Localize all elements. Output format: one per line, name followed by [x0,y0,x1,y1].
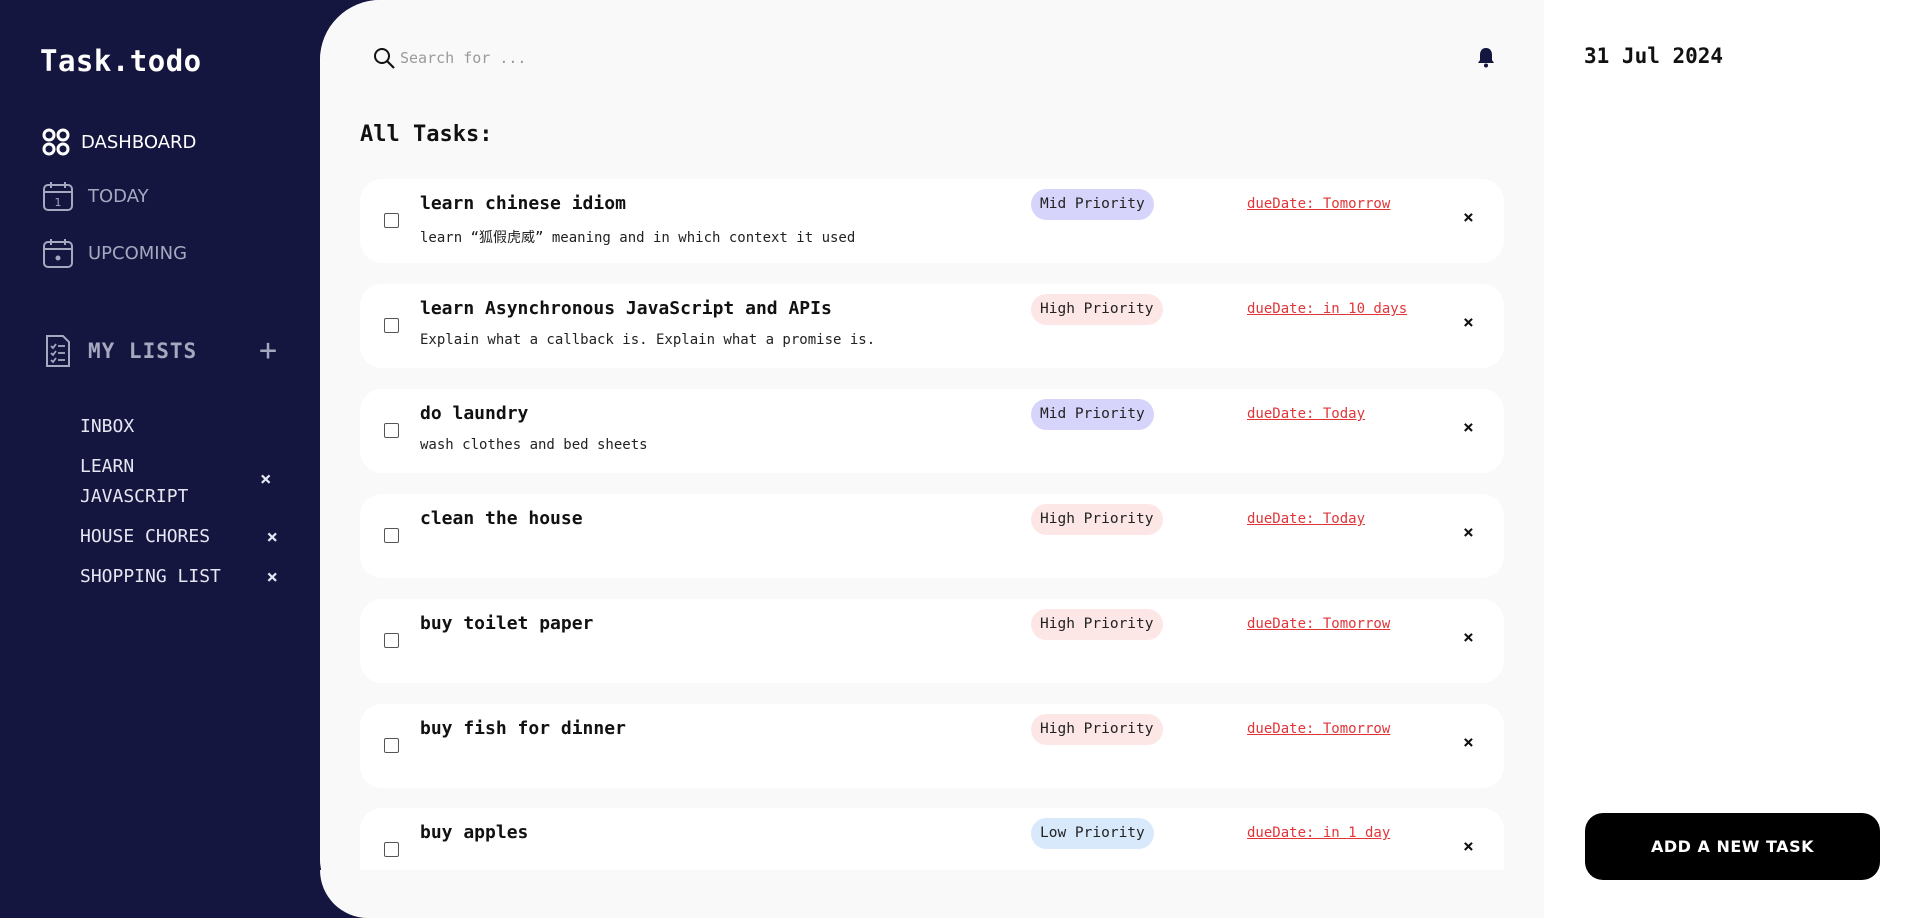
search-icon [372,46,396,70]
delete-task-icon[interactable]: × [1463,836,1474,857]
task-title: do laundry [420,403,529,424]
section-title: All Tasks: [360,122,493,147]
list-item-house-chores[interactable]: HOUSE CHORES × [80,522,278,552]
priority-badge: High Priority [1031,504,1163,535]
due-date-link[interactable]: dueDate: Tomorrow [1247,721,1390,737]
delete-task-icon[interactable]: × [1463,312,1474,333]
due-date-link[interactable]: dueDate: Tomorrow [1247,616,1390,632]
due-date-link[interactable]: dueDate: Tomorrow [1247,196,1390,212]
task-checkbox[interactable] [384,213,399,228]
my-lists-label: MY LISTS [88,339,198,363]
due-date-link[interactable]: dueDate: Today [1247,406,1365,422]
nav-label: TODAY [88,185,149,207]
list-item-inbox[interactable]: INBOX [80,412,278,442]
task-title: buy toilet paper [420,613,594,634]
app-logo: Task.todo [40,44,202,78]
task-title: buy fish for dinner [420,718,626,739]
nav-label: UPCOMING [88,242,188,264]
nav-item-upcoming[interactable]: UPCOMING [42,237,187,269]
task-title: clean the house [420,508,583,529]
delete-list-house-chores-icon[interactable]: × [267,522,278,552]
add-list-button[interactable]: + [259,333,278,369]
due-date-link[interactable]: dueDate: in 1 day [1247,825,1390,841]
checklist-icon [42,333,74,369]
task-checkbox[interactable] [384,318,399,333]
task-area-bottom [320,870,1544,918]
task-checkbox[interactable] [384,528,399,543]
task-checkbox[interactable] [384,423,399,438]
priority-badge: Mid Priority [1031,189,1154,220]
search-bar[interactable]: Search for ... [372,46,526,70]
list-item-label: HOUSE CHORES [80,526,211,547]
calendar-day-icon: 1 [42,180,74,212]
my-lists-header: MY LISTS + [42,333,278,369]
main-panel: Search for ... All Tasks: learn chinese … [320,0,1920,918]
add-task-button[interactable]: ADD A NEW TASK [1585,813,1880,880]
task-area: Search for ... All Tasks: learn chinese … [320,0,1544,918]
priority-badge: Mid Priority [1031,399,1154,430]
priority-badge: High Priority [1031,714,1163,745]
nav-item-today[interactable]: 1 TODAY [42,180,149,212]
task-row[interactable]: buy fish for dinner High Priority dueDate:… [360,704,1504,788]
delete-list-shopping-list-icon[interactable]: × [267,562,278,592]
task-title: learn Asynchronous JavaScript and APIs [420,298,832,319]
task-checkbox[interactable] [384,842,399,857]
task-row[interactable]: learn chinese idiom learn “狐假虎威” meaning … [360,179,1504,263]
list-item-label: INBOX [80,416,135,437]
task-description: Explain what a callback is. Explain what… [420,332,876,348]
current-date: 31 Jul 2024 [1584,44,1724,68]
due-date-link[interactable]: dueDate: in 10 days [1247,301,1407,317]
sidebar: Task.todo DASHBOARD 1 TODAY UPCOMING MY … [0,0,320,918]
task-title: buy apples [420,822,529,843]
bell-icon[interactable] [1476,46,1496,68]
list-item-learn-javascript[interactable]: LEARN JAVASCRIPT [80,452,230,512]
search-input[interactable]: Search for ... [400,49,526,67]
delete-task-icon[interactable]: × [1463,207,1474,228]
task-description: wash clothes and bed sheets [420,437,648,453]
delete-task-icon[interactable]: × [1463,522,1474,543]
task-row[interactable]: clean the house High Priority dueDate: Tod… [360,494,1504,578]
priority-badge: High Priority [1031,294,1163,325]
priority-badge: Low Priority [1031,818,1154,849]
list-item-shopping-list[interactable]: SHOPPING LIST × [80,562,278,592]
dashboard-icon [42,128,70,156]
nav-label: DASHBOARD [81,131,197,153]
priority-badge: High Priority [1031,609,1163,640]
task-checkbox[interactable] [384,738,399,753]
nav-item-dashboard[interactable]: DASHBOARD [42,128,196,156]
task-title: learn chinese idiom [420,193,626,214]
delete-task-icon[interactable]: × [1463,732,1474,753]
list-item-label: SHOPPING LIST [80,566,221,587]
due-date-link[interactable]: dueDate: Today [1247,511,1365,527]
list-item-label: LEARN JAVASCRIPT [80,456,189,507]
delete-task-icon[interactable]: × [1463,417,1474,438]
calendar-day-number: 1 [55,196,62,209]
task-row[interactable]: learn Asynchronous JavaScript and APIs Ex… [360,284,1504,368]
delete-list-learn-javascript-icon[interactable]: × [260,468,271,490]
task-row[interactable]: do laundry wash clothes and bed sheets Mid… [360,389,1504,473]
task-description: learn “狐假虎威” meaning and in which contex… [420,230,856,246]
task-row[interactable]: buy toilet paper High Priority dueDate: To… [360,599,1504,683]
delete-task-icon[interactable]: × [1463,627,1474,648]
calendar-icon [42,237,74,269]
task-checkbox[interactable] [384,633,399,648]
